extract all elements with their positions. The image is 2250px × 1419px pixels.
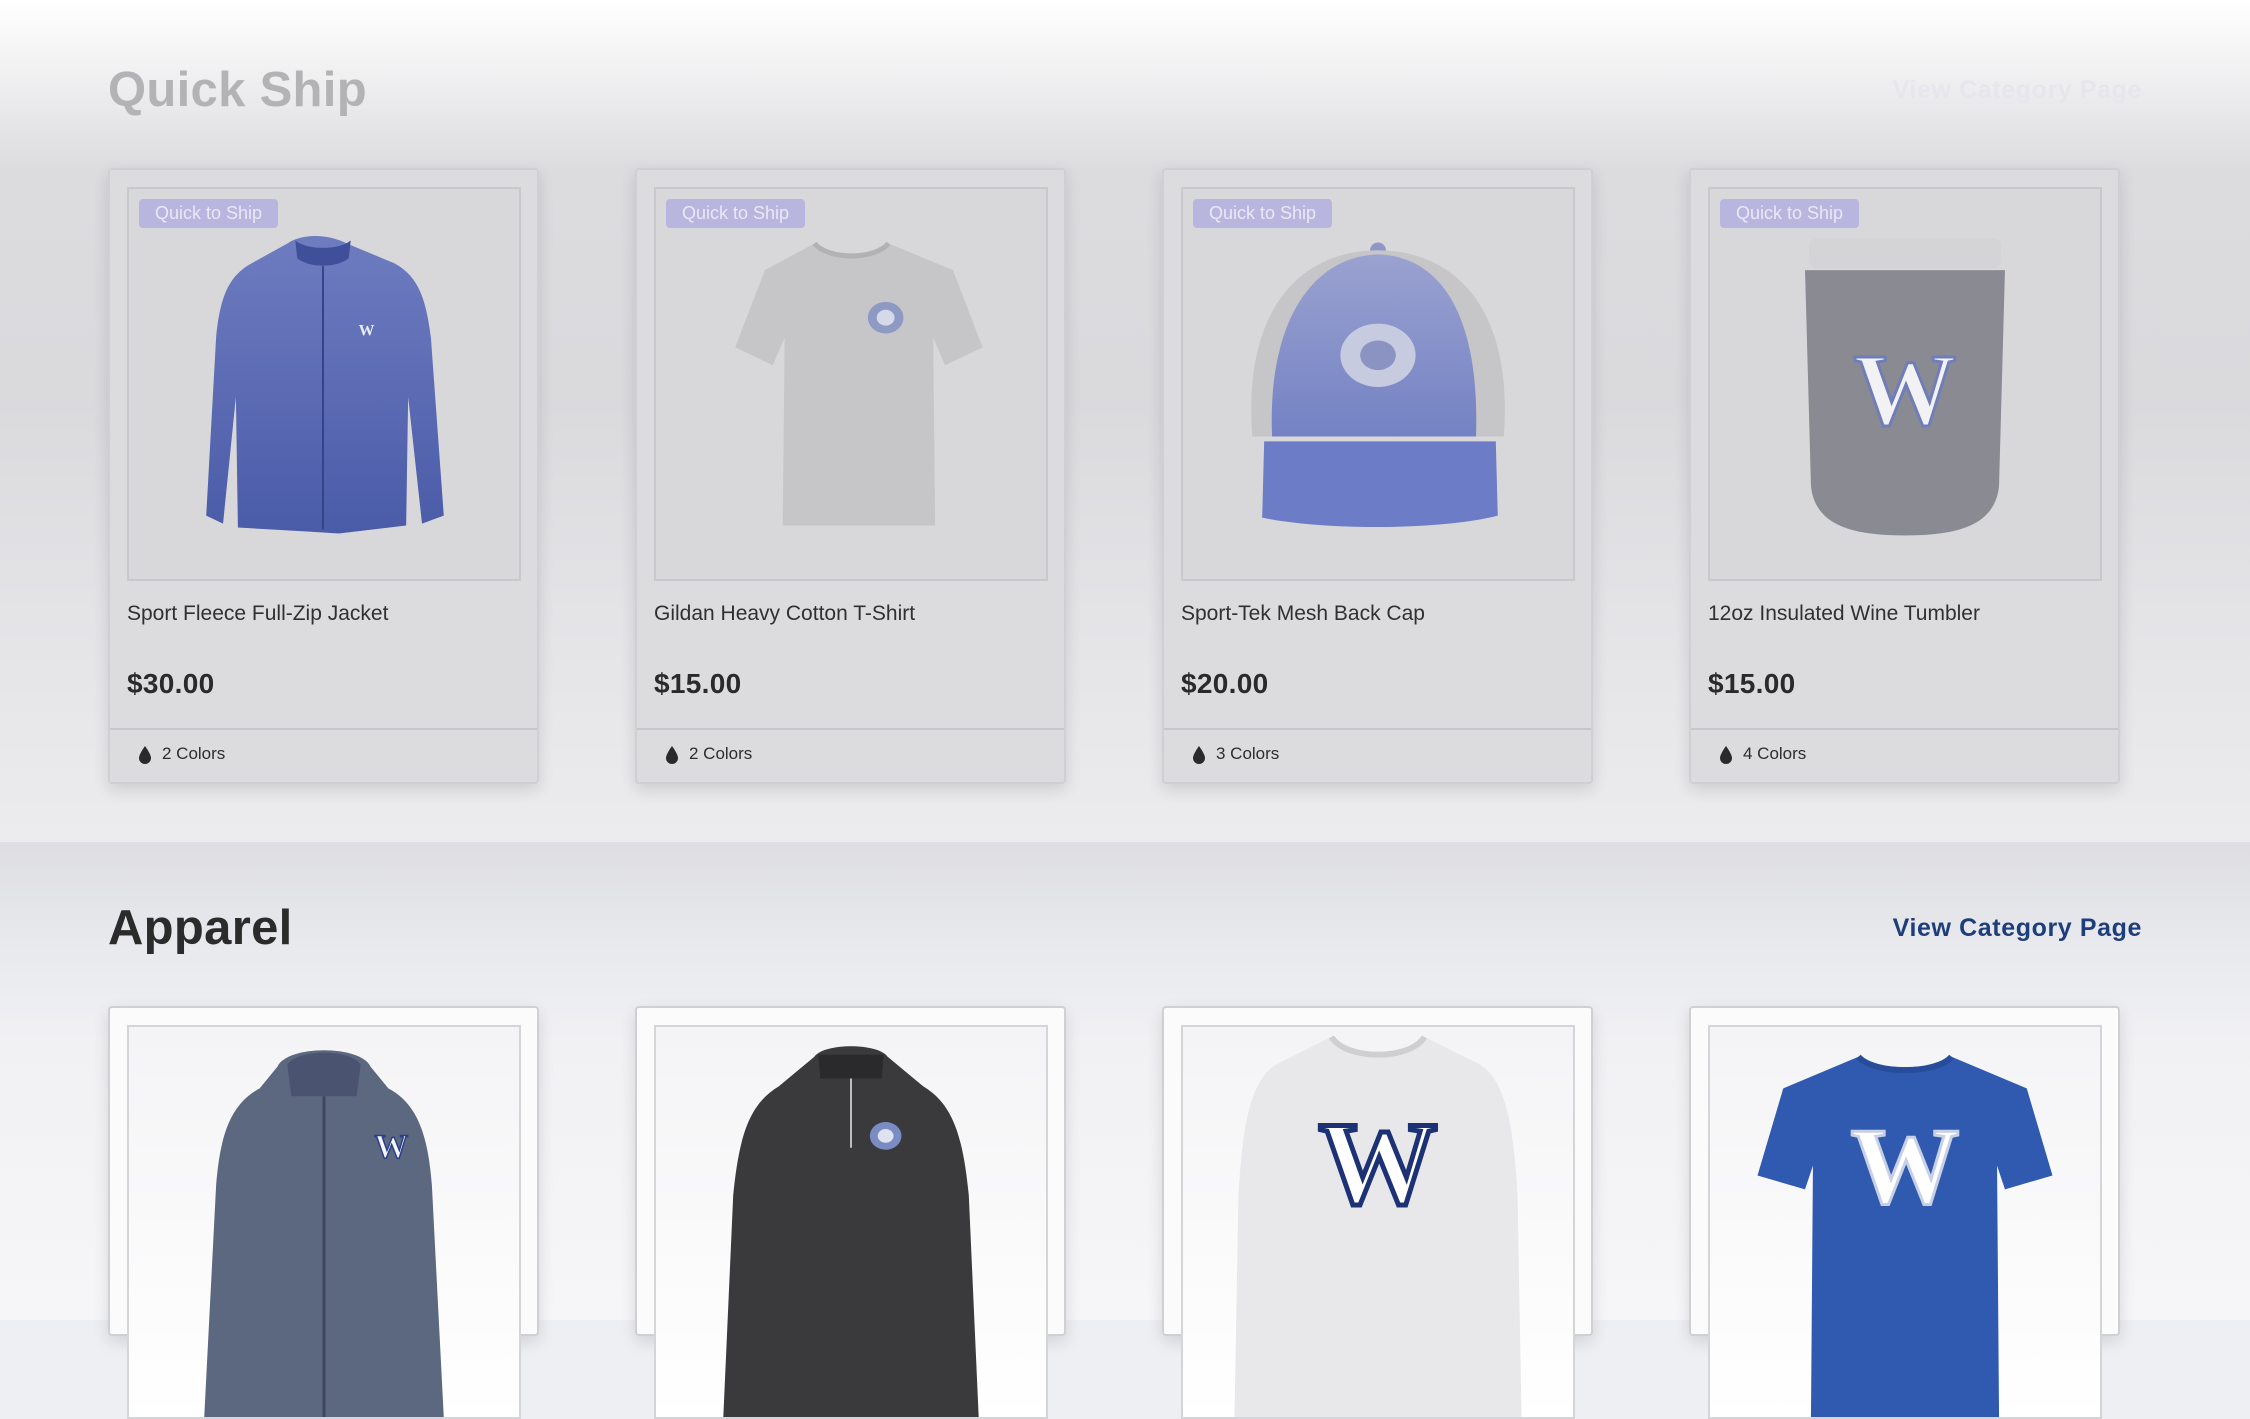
apparel-section: Apparel View Category Page W W W: [0, 842, 2250, 1419]
product-name[interactable]: Gildan Heavy Cotton T-Shirt: [654, 602, 915, 626]
long-sleeve-shirt-image: W: [1234, 1035, 1522, 1417]
quarter-zip-pullover-image: [723, 1046, 979, 1417]
svg-text:W: W: [1851, 1106, 1960, 1227]
jacket-image: W: [206, 236, 444, 534]
quick-to-ship-badge: Quick to Ship: [1193, 199, 1333, 228]
color-drop-icon: [1720, 746, 1732, 764]
product-image-frame[interactable]: Quick to Ship W: [127, 187, 521, 581]
quick-ship-section: Quick Ship View Category Page Quick to S…: [0, 0, 2250, 842]
product-colors-row: 3 Colors: [1164, 728, 1591, 782]
apparel-view-category-link[interactable]: View Category Page: [1893, 914, 2142, 943]
product-price: $15.00: [654, 668, 742, 699]
product-price: $30.00: [127, 668, 215, 699]
quick-to-ship-badge: Quick to Ship: [139, 199, 279, 228]
tumbler-image: W: [1805, 238, 2005, 536]
product-card[interactable]: Quick to Ship W 12oz Insulated Wine Tumb…: [1689, 168, 2120, 784]
svg-text:W: W: [1854, 334, 1957, 448]
product-colors-row: 2 Colors: [110, 728, 537, 782]
product-name[interactable]: 12oz Insulated Wine Tumbler: [1708, 602, 1980, 626]
product-image-frame[interactable]: Quick to Ship: [1181, 187, 1575, 581]
product-card[interactable]: [635, 1006, 1066, 1419]
product-image-frame[interactable]: W: [1181, 1025, 1575, 1419]
product-color-count: 3 Colors: [1216, 744, 1280, 763]
product-card[interactable]: Quick to Ship Gildan Heavy Cotton T-Shir…: [635, 168, 1066, 784]
color-drop-icon: [139, 746, 151, 764]
product-card[interactable]: W: [108, 1006, 539, 1419]
product-color-count: 2 Colors: [689, 744, 753, 763]
product-color-count: 2 Colors: [162, 744, 226, 763]
product-image-frame[interactable]: Quick to Ship: [654, 187, 1048, 581]
product-name[interactable]: Sport-Tek Mesh Back Cap: [1181, 602, 1425, 626]
product-card[interactable]: W: [1689, 1006, 2120, 1419]
product-color-count: 4 Colors: [1743, 744, 1807, 763]
product-image-frame[interactable]: [654, 1025, 1048, 1419]
cap-image: [1251, 242, 1505, 528]
apparel-title: Apparel: [108, 901, 293, 955]
product-name[interactable]: Sport Fleece Full-Zip Jacket: [127, 602, 388, 626]
product-card[interactable]: Quick to Ship Sport-Tek Mesh Back Cap $2…: [1162, 168, 1593, 784]
rain-jacket-image: W: [204, 1050, 444, 1417]
color-drop-icon: [1193, 746, 1205, 764]
color-drop-icon: [666, 746, 678, 764]
royal-tshirt-image: W: [1757, 1054, 2053, 1417]
quick-to-ship-badge: Quick to Ship: [1720, 199, 1860, 228]
product-image-frame[interactable]: W: [1708, 1025, 2102, 1419]
svg-text:W: W: [374, 1129, 408, 1166]
quick-ship-title: Quick Ship: [108, 63, 367, 117]
product-price: $20.00: [1181, 668, 1269, 699]
product-card[interactable]: W: [1162, 1006, 1593, 1419]
svg-text:W: W: [1319, 1097, 1438, 1229]
svg-text:W: W: [359, 322, 375, 339]
product-card[interactable]: Quick to Ship W Sport Fleece Full-Zip Ja…: [108, 168, 539, 784]
product-colors-row: 4 Colors: [1691, 728, 2118, 782]
quick-to-ship-badge: Quick to Ship: [666, 199, 806, 228]
product-price: $15.00: [1708, 668, 1796, 699]
product-colors-row: 2 Colors: [637, 728, 1064, 782]
product-image-frame[interactable]: W: [127, 1025, 521, 1419]
product-image-frame[interactable]: Quick to Ship W: [1708, 187, 2102, 581]
quick-ship-view-category-link[interactable]: View Category Page: [1893, 76, 2142, 105]
tshirt-image: [735, 241, 983, 526]
